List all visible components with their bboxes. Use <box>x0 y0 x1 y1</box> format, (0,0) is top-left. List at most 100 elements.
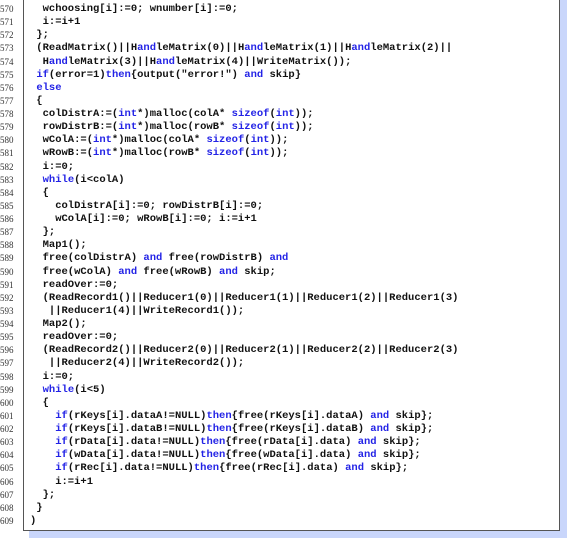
code-line: Map1(); <box>30 239 87 252</box>
code-line: if(rKeys[i].dataA!=NULL)then{free(rKeys[… <box>55 409 434 422</box>
keyword-token: and <box>143 252 163 265</box>
keyword-token: then <box>105 68 131 81</box>
line-number: 609 <box>0 515 14 526</box>
line-number: 585 <box>0 200 14 211</box>
keyword-token: sizeof <box>231 108 270 120</box>
keyword-token: while <box>42 173 75 186</box>
keyword-token: int <box>250 134 270 147</box>
line-number: 583 <box>0 174 14 185</box>
line-number: 607 <box>0 489 14 500</box>
code-line: else <box>30 82 560 95</box>
line-number: 599 <box>0 384 14 395</box>
code-line: }; <box>30 29 49 42</box>
line-number: 598 <box>0 371 14 382</box>
keyword-token: and <box>118 265 138 278</box>
line-number: 604 <box>0 450 14 461</box>
line-number: 594 <box>0 319 14 329</box>
line-number: 573 <box>0 43 14 54</box>
line-number: 591 <box>0 279 14 290</box>
line-number: 584 <box>0 187 14 198</box>
line-number: 582 <box>0 161 14 172</box>
keyword-token: and <box>48 55 68 68</box>
keyword-token: if <box>55 462 68 475</box>
code-listing: wchoosing[i]:=0; wnumber[i]:=0; i:=i+1 }… <box>30 3 560 528</box>
keyword-token: and <box>244 42 264 55</box>
code-line: wchoosing[i]:=0; wnumber[i]:=0; <box>30 3 238 15</box>
keyword-token: and <box>156 55 175 68</box>
code-line: ||Reducer2(4)||WriteRecord2()); <box>30 357 245 370</box>
keyword-token: if <box>55 423 68 435</box>
line-number: 570 <box>0 4 14 14</box>
line-number: 577 <box>0 95 14 106</box>
code-line: { <box>30 94 43 107</box>
line-number: 572 <box>0 30 14 41</box>
keyword-token: and <box>219 265 238 278</box>
line-number: 602 <box>0 424 14 434</box>
line-number: 592 <box>0 292 14 303</box>
keyword-token: and <box>357 449 377 462</box>
keyword-token: and <box>357 436 377 449</box>
code-line: if(error=1)then{output("error!") and ski… <box>36 68 301 81</box>
keyword-token: then <box>200 449 226 462</box>
code-line: i:=i+1 <box>30 475 94 488</box>
code-line: readOver:=0; <box>30 278 119 291</box>
keyword-token: then <box>206 409 232 422</box>
line-number: 596 <box>0 345 14 356</box>
keyword-token: int <box>93 147 112 160</box>
line-number: 608 <box>0 502 14 513</box>
code-line: wColA[i]:=0; wRowB[i]:=0; i:=i+1 <box>30 213 257 225</box>
line-number: 576 <box>0 82 14 93</box>
keyword-token: if <box>55 436 68 449</box>
keyword-token: then <box>200 436 226 449</box>
keyword-token: then <box>206 423 232 435</box>
line-number: 581 <box>0 148 14 159</box>
line-number: 571 <box>0 17 14 28</box>
line-number: 590 <box>0 266 14 277</box>
code-line: if(rRec[i].data!=NULL)then{free(rRec[i].… <box>55 462 409 475</box>
keyword-token: int <box>275 121 295 134</box>
line-number: 579 <box>0 122 14 133</box>
line-number: 600 <box>0 397 14 408</box>
keyword-token: sizeof <box>231 121 270 134</box>
code-line: Map2(); <box>30 318 87 330</box>
line-number: 595 <box>0 332 14 343</box>
keyword-token: int <box>118 108 138 120</box>
line-number: 603 <box>0 437 14 448</box>
keyword-token: and <box>137 42 157 55</box>
code-line: readOver:=0; <box>30 331 119 344</box>
code-line: { <box>30 186 49 199</box>
code-line: i:=i+1 <box>30 16 81 29</box>
code-line: colDistrA[i]:=0; rowDistrB[i]:=0; <box>30 199 264 212</box>
keyword-token: and <box>244 68 264 81</box>
code-line: free(wColA) and free(wRowB) and skip; <box>30 265 276 278</box>
code-line: HandleMatrix(3)||HandleMatrix(4)||WriteM… <box>30 55 352 68</box>
keyword-token: and <box>351 42 371 55</box>
code-line: { <box>30 396 49 409</box>
keyword-token: and <box>345 462 365 475</box>
keyword-token: sizeof <box>206 147 245 160</box>
keyword-token: and <box>269 252 289 265</box>
code-line: i:=0; <box>30 370 75 383</box>
code-line: wRowB:=(int*)malloc(rowB* sizeof(int)); <box>30 147 289 160</box>
code-line: wColA:=(int*)malloc(colA* sizeof(int)); <box>30 134 289 147</box>
keyword-token: else <box>36 81 62 94</box>
code-line: while(i<colA) <box>42 173 125 186</box>
code-line: colDistrA:=(int*)malloc(colA* sizeof(int… <box>30 108 314 120</box>
line-number: 597 <box>0 358 14 369</box>
keyword-token: int <box>250 147 270 160</box>
code-line: ) <box>30 514 37 527</box>
keyword-token: if <box>55 409 68 422</box>
line-number: 593 <box>0 305 14 316</box>
line-number: 606 <box>0 476 14 487</box>
line-number: 574 <box>0 56 14 67</box>
line-number: 580 <box>0 135 14 146</box>
line-number-gutter: 570 571 572 573 574 575 576 577 578 579 580 581 582 5… <box>0 3 20 528</box>
keyword-token: int <box>118 121 138 134</box>
line-number: 586 <box>0 214 14 224</box>
keyword-token: if <box>36 68 49 81</box>
keyword-token: while <box>42 383 75 396</box>
code-line: i:=0; <box>30 160 75 173</box>
code-line: (ReadRecord2()||Reducer2(0)||Reducer2(1)… <box>30 344 459 357</box>
code-line: } <box>30 501 43 514</box>
code-line: }; <box>30 488 56 501</box>
